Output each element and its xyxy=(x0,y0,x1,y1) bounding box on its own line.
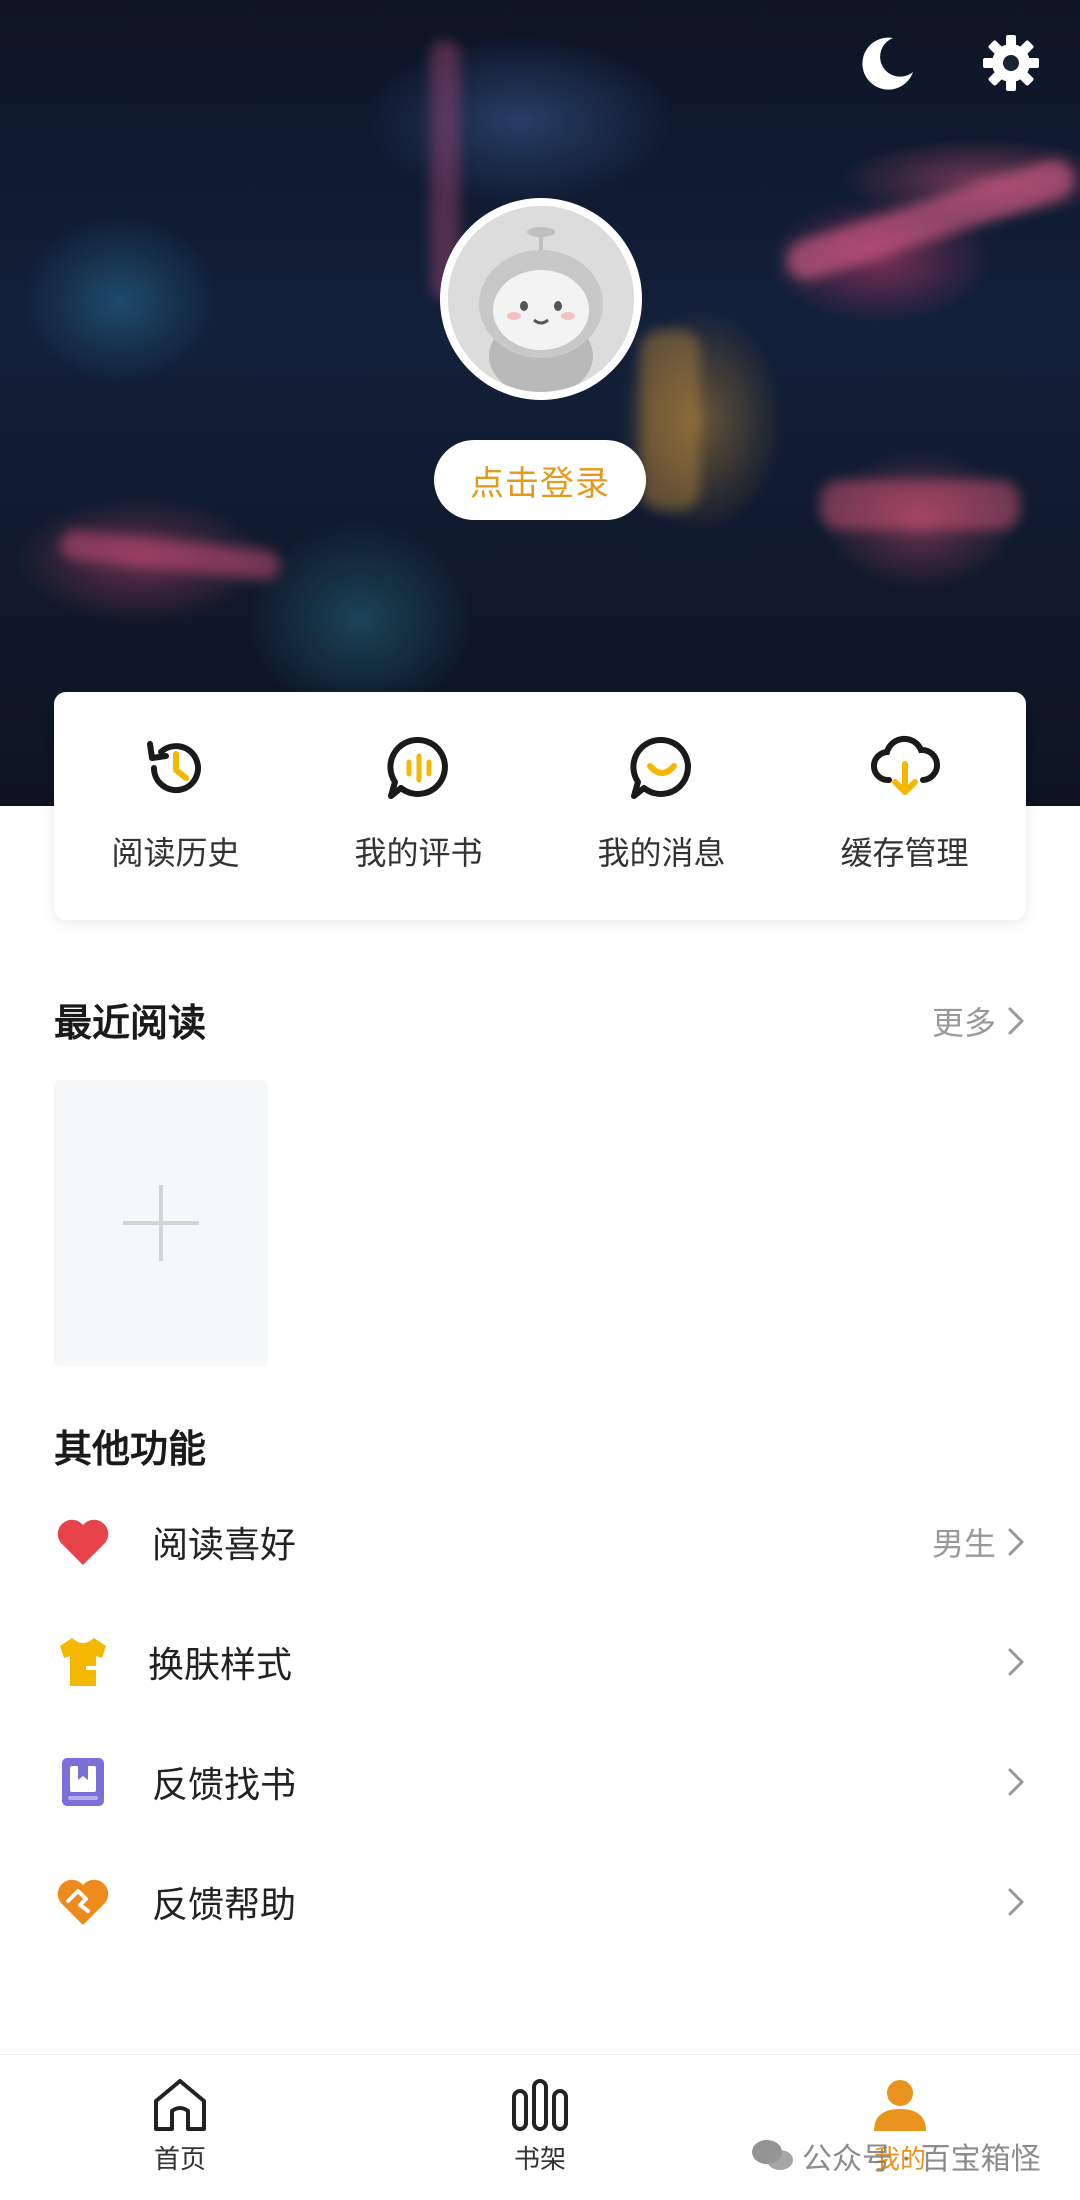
nav-label: 首页 xyxy=(153,2145,206,2175)
profile-header-background: 点击登录 xyxy=(0,0,1080,806)
settings-button[interactable] xyxy=(978,30,1044,96)
tshirt-icon xyxy=(60,1638,106,1686)
more-link[interactable]: 更多 xyxy=(932,998,1026,1044)
history-clock-icon xyxy=(146,741,201,794)
gear-icon xyxy=(983,35,1039,91)
nav-label: 书架 xyxy=(513,2145,566,2175)
quick-action-my-reviews[interactable]: 我的评书 xyxy=(319,732,519,874)
watermark: 公众号 · 百宝箱怪 xyxy=(750,2134,1041,2178)
list-item-label: 阅读喜好 xyxy=(152,1525,297,1566)
list-item-label: 反馈找书 xyxy=(152,1765,297,1806)
heart-icon xyxy=(57,1519,109,1565)
home-icon xyxy=(154,2079,206,2131)
nav-tab-home[interactable]: 首页 xyxy=(110,2077,250,2176)
add-book-button[interactable] xyxy=(54,1080,268,1366)
bottom-navigation: 首页 书架 我的 xyxy=(0,2054,1080,2200)
more-label: 更多 xyxy=(931,1004,996,1042)
bookshelf-icon xyxy=(512,2079,568,2131)
quick-action-my-messages[interactable]: 我的消息 xyxy=(562,732,762,874)
other-functions-title: 其他功能 xyxy=(54,1426,207,1471)
chevron-right-icon xyxy=(1008,1768,1024,1796)
robot-avatar-icon xyxy=(448,206,634,392)
list-item-feedback-find-book[interactable]: 反馈找书 xyxy=(54,1732,1026,1832)
quick-action-cache-management[interactable]: 缓存管理 xyxy=(805,732,1005,874)
list-item-skin-style[interactable]: 换肤样式 xyxy=(54,1612,1026,1712)
person-icon xyxy=(874,2080,926,2131)
book-icon xyxy=(62,1758,104,1806)
moon-icon xyxy=(862,37,913,90)
quick-action-label: 我的评书 xyxy=(354,834,483,872)
cloud-download-icon xyxy=(870,735,940,795)
comment-bars-icon xyxy=(386,736,448,799)
chevron-right-icon xyxy=(1008,1007,1024,1035)
list-item-label: 反馈帮助 xyxy=(152,1885,297,1926)
list-item-feedback-help[interactable]: 反馈帮助 xyxy=(54,1852,1026,1952)
chevron-right-icon xyxy=(1008,1888,1024,1916)
quick-action-reading-history[interactable]: 阅读历史 xyxy=(76,732,276,874)
help-heart-icon xyxy=(57,1879,109,1925)
quick-actions-card: 阅读历史 我的评书 我的消息 缓存管理 xyxy=(54,692,1026,920)
list-item-reading-preference[interactable]: 阅读喜好 男生 xyxy=(54,1492,1026,1592)
list-item-value: 男生 xyxy=(931,1525,996,1563)
plus-icon xyxy=(123,1185,199,1261)
watermark-text: 公众号 · 百宝箱怪 xyxy=(802,2142,1041,2177)
quick-action-label: 阅读历史 xyxy=(111,834,240,872)
quick-action-label: 我的消息 xyxy=(597,834,726,872)
login-button[interactable]: 点击登录 xyxy=(434,440,646,520)
nav-tab-bookshelf[interactable]: 书架 xyxy=(470,2077,610,2176)
chevron-right-icon xyxy=(1008,1528,1024,1556)
wechat-icon xyxy=(752,2140,793,2170)
quick-action-label: 缓存管理 xyxy=(840,834,969,872)
chevron-right-icon xyxy=(1008,1648,1024,1676)
avatar[interactable] xyxy=(440,198,642,400)
message-smile-icon xyxy=(629,736,691,799)
recent-reading-title: 最近阅读 xyxy=(54,1000,207,1045)
night-mode-button[interactable] xyxy=(855,30,921,96)
list-item-label: 换肤样式 xyxy=(148,1645,293,1686)
